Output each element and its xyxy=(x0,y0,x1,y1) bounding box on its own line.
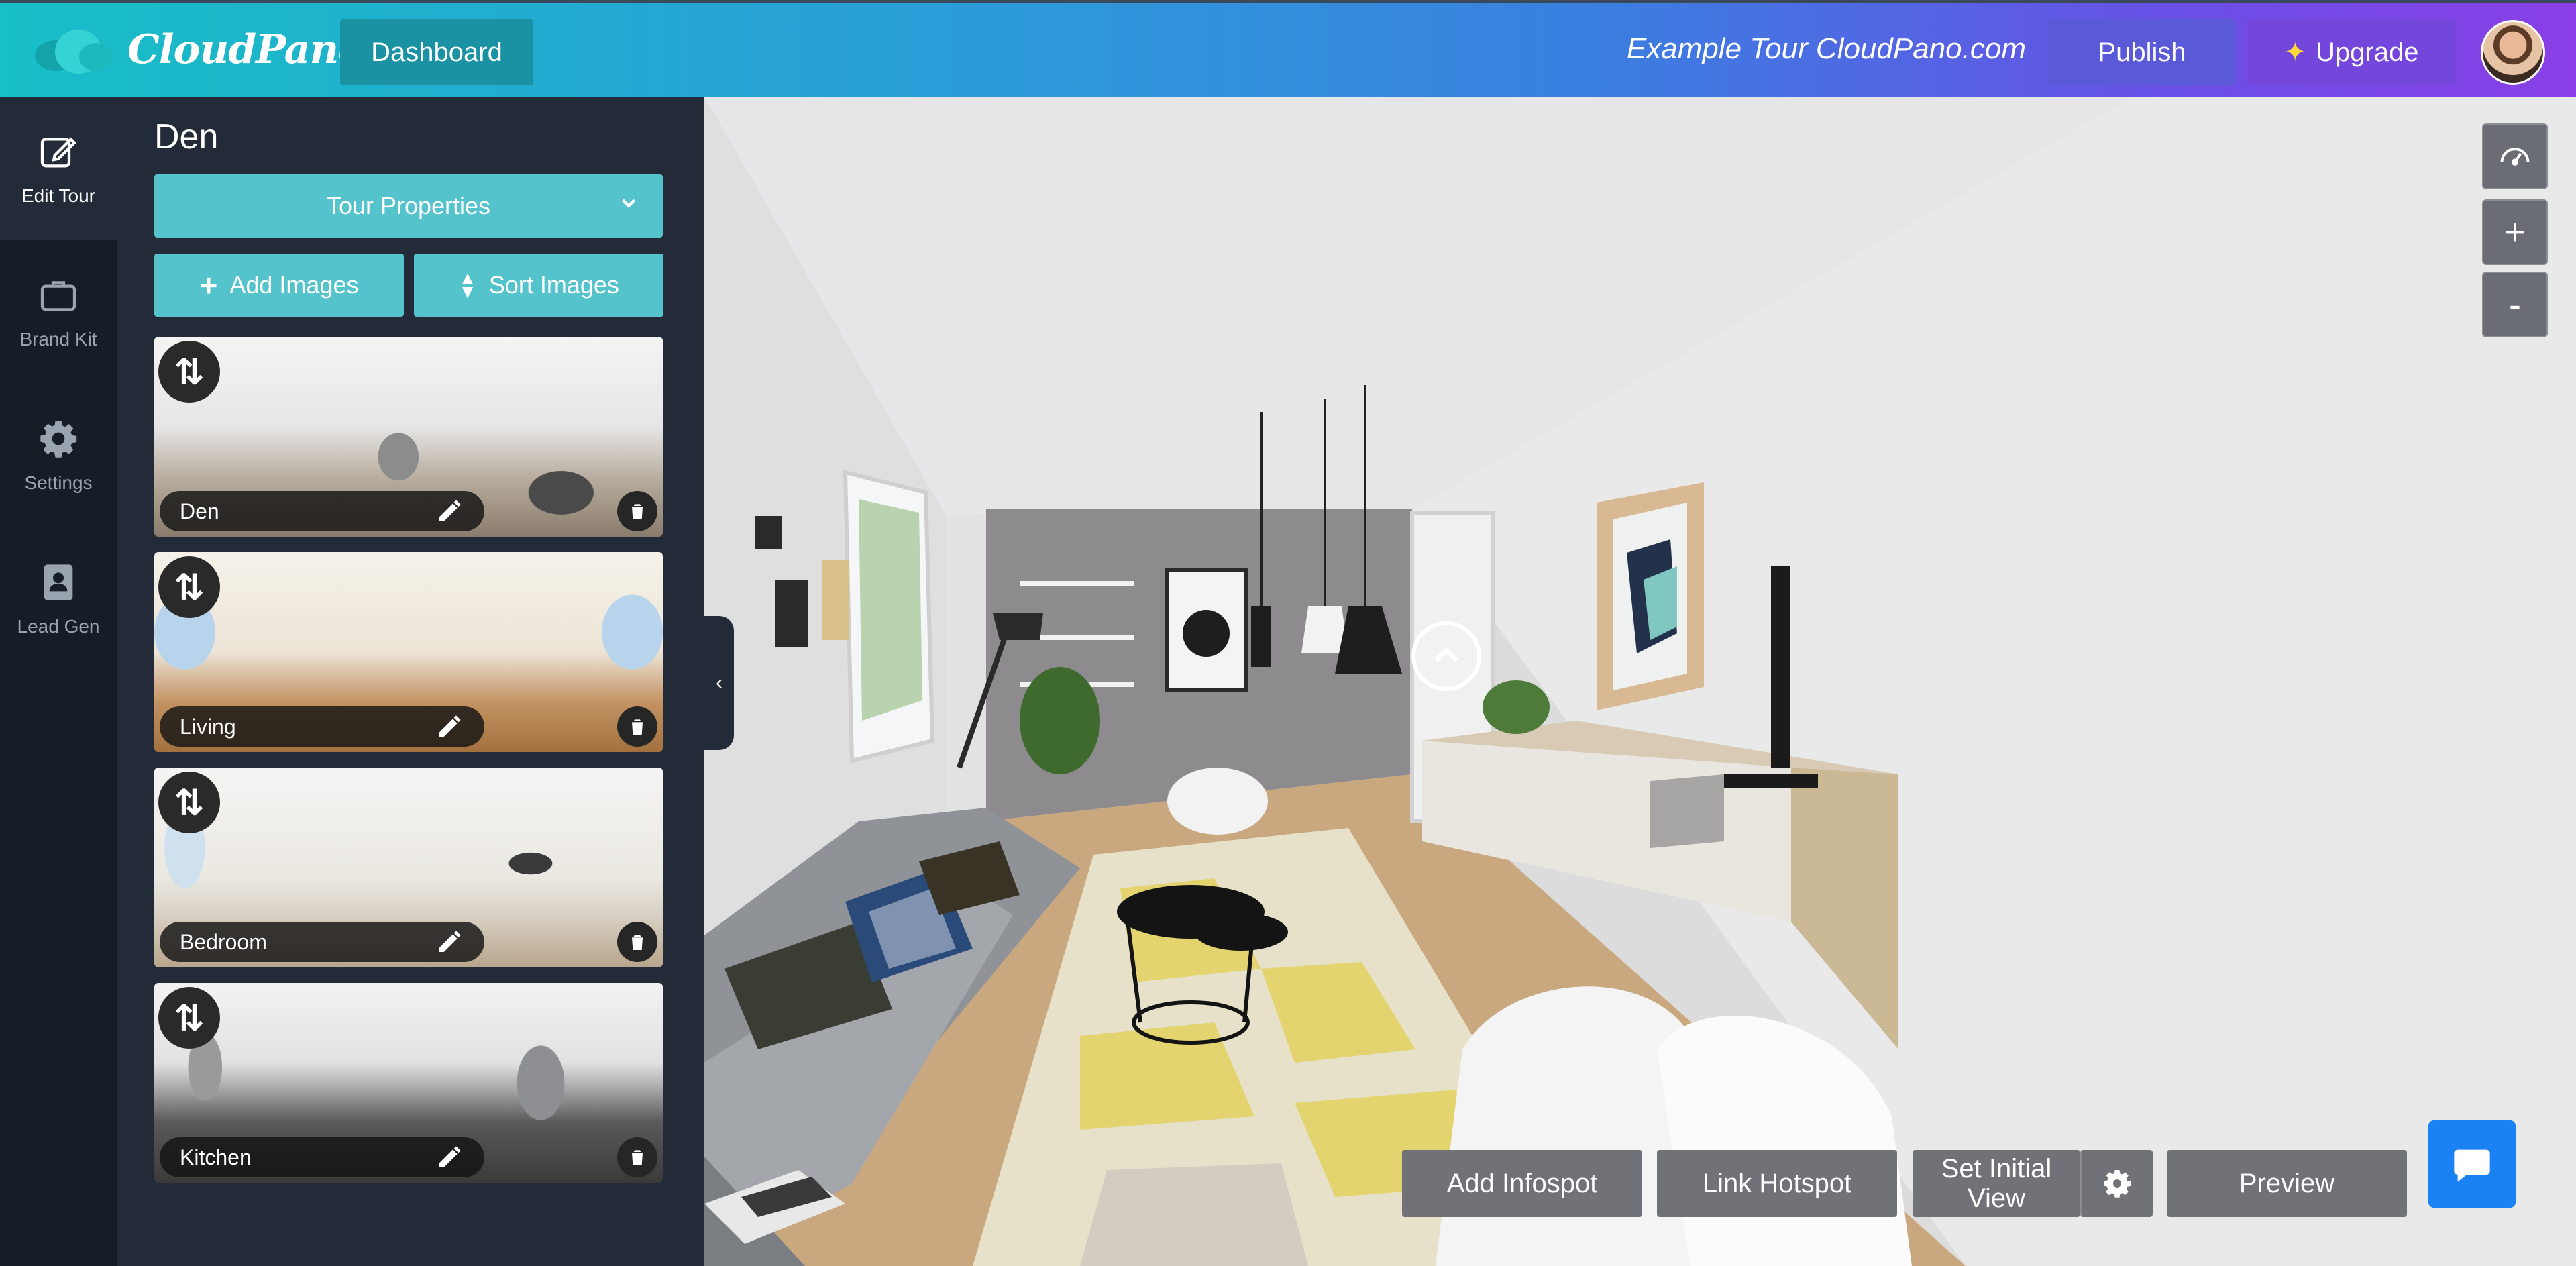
tour-name: Example Tour CloudPano.com xyxy=(1626,32,2026,65)
briefcase-icon xyxy=(40,281,76,311)
scene-card-kitchen[interactable]: ⇅ Kitchen xyxy=(154,983,663,1183)
set-initial-view-button[interactable]: Set Initial View xyxy=(1913,1150,2080,1217)
chat-icon xyxy=(2454,1149,2490,1182)
cloud-logo-icon xyxy=(32,23,113,76)
rail-item-label: Brand Kit xyxy=(19,329,97,350)
navigation-hotspot[interactable] xyxy=(1411,621,1481,691)
upgrade-button[interactable]: ✦ Upgrade xyxy=(2247,19,2455,85)
trash-icon[interactable] xyxy=(617,706,657,747)
tour-properties-dropdown[interactable]: Tour Properties xyxy=(154,174,663,238)
add-images-label: Add Images xyxy=(229,271,359,299)
top-bar: CloudPano Dashboard Example Tour CloudPa… xyxy=(0,0,2576,97)
trash-icon[interactable] xyxy=(617,1137,657,1177)
panorama-image xyxy=(704,97,2576,1266)
plus-icon: + xyxy=(199,268,218,303)
drag-handle-icon[interactable]: ⇅ xyxy=(158,556,220,618)
sparkle-icon: ✦ xyxy=(2284,38,2307,67)
brand-logo[interactable]: CloudPano xyxy=(32,23,365,76)
chevron-left-icon: ‹ xyxy=(716,672,722,694)
rail-item-lead-gen[interactable]: Lead Gen xyxy=(0,527,117,671)
gauge-icon xyxy=(2500,148,2530,166)
zoom-in-button[interactable]: + xyxy=(2482,199,2548,265)
rail-item-brand-kit[interactable]: Brand Kit xyxy=(0,240,117,384)
gyro-speed-button[interactable] xyxy=(2482,123,2548,189)
panorama-viewer[interactable] xyxy=(704,97,2576,1266)
chevron-down-icon xyxy=(621,199,636,208)
trash-icon[interactable] xyxy=(617,491,657,531)
link-hotspot-button[interactable]: Link Hotspot xyxy=(1657,1150,1897,1217)
left-rail: Edit Tour Brand Kit Settings Lead Gen xyxy=(0,97,117,1266)
scene-card-den[interactable]: ⇅ Den xyxy=(154,337,663,537)
gear-icon xyxy=(2104,1170,2131,1198)
scene-card-living[interactable]: ⇅ Living xyxy=(154,552,663,752)
preview-button[interactable]: Preview xyxy=(2167,1150,2407,1217)
rail-item-label: Lead Gen xyxy=(17,616,100,637)
pencil-icon[interactable] xyxy=(436,498,463,525)
pencil-icon[interactable] xyxy=(436,713,463,740)
avatar[interactable] xyxy=(2481,20,2545,85)
dashboard-button[interactable]: Dashboard xyxy=(340,19,533,85)
zoom-out-button[interactable]: - xyxy=(2482,272,2548,337)
add-infospot-button[interactable]: Add Infospot xyxy=(1402,1150,1642,1217)
chevron-up-icon xyxy=(1434,647,1458,662)
contact-icon xyxy=(44,564,73,600)
collapse-panel-button[interactable]: ‹ xyxy=(704,616,734,750)
upgrade-label: Upgrade xyxy=(2316,37,2419,67)
drag-handle-icon[interactable]: ⇅ xyxy=(158,987,220,1049)
chat-button[interactable] xyxy=(2428,1120,2516,1208)
drag-handle-icon[interactable]: ⇅ xyxy=(158,772,220,833)
scene-panel: Den Tour Properties + Add Images ▲ ▼ Sort… xyxy=(117,97,704,1266)
rail-item-settings[interactable]: Settings xyxy=(0,384,117,527)
rail-item-edit-tour[interactable]: Edit Tour xyxy=(0,97,117,240)
publish-button[interactable]: Publish xyxy=(2049,19,2235,85)
brand-name: CloudPano xyxy=(127,26,365,73)
rail-item-label: Settings xyxy=(24,472,93,493)
initial-view-settings-button[interactable] xyxy=(2080,1150,2153,1217)
scene-card-bedroom[interactable]: ⇅ Bedroom xyxy=(154,768,663,967)
sort-images-label: Sort Images xyxy=(488,271,619,299)
rail-item-label: Edit Tour xyxy=(21,185,95,206)
trash-icon[interactable] xyxy=(617,922,657,962)
drag-handle-icon[interactable]: ⇅ xyxy=(158,341,220,403)
current-scene-title: Den xyxy=(154,117,219,156)
sort-icon: ▲ ▼ xyxy=(458,268,477,302)
gear-icon xyxy=(40,421,77,458)
sort-images-button[interactable]: ▲ ▼ Sort Images xyxy=(414,254,663,317)
edit-icon xyxy=(40,137,77,168)
tour-properties-label: Tour Properties xyxy=(326,192,491,219)
add-images-button[interactable]: + Add Images xyxy=(154,254,404,317)
pencil-icon[interactable] xyxy=(436,1144,463,1171)
pencil-icon[interactable] xyxy=(436,929,463,955)
